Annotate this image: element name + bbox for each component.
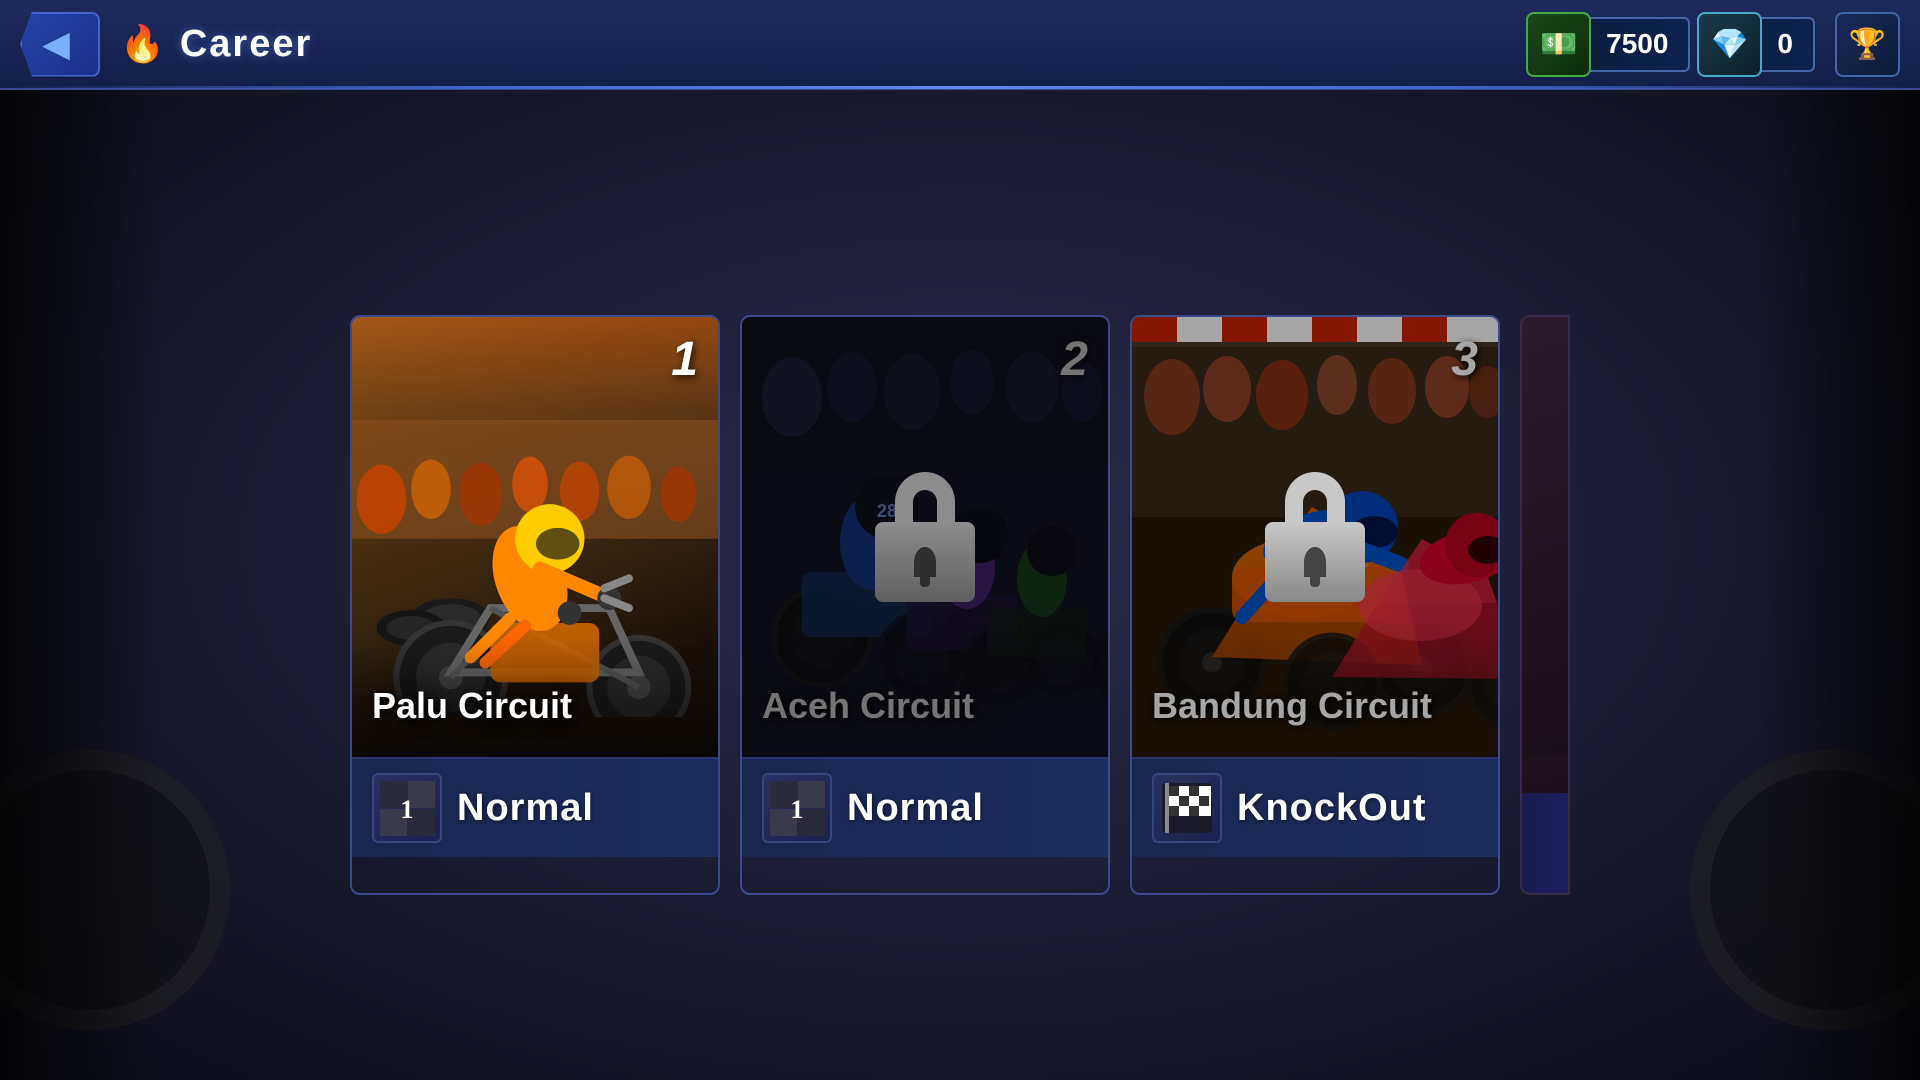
back-button[interactable]: ◀ <box>20 12 100 77</box>
knockout-mode-svg <box>1157 778 1217 838</box>
normal-mode-svg-1: 1 <box>380 781 435 836</box>
money-icon-box: 💵 <box>1526 12 1591 77</box>
circuit-card-aceh[interactable]: 28 <box>740 315 1110 895</box>
title-section: 🔥 Career <box>120 23 312 66</box>
page-title: Career <box>180 23 312 66</box>
currency-section: 💵 7500 💎 0 🏆 <box>1529 12 1900 77</box>
header: ◀ 🔥 Career 💵 7500 💎 0 🏆 <box>0 0 1920 90</box>
header-left: ◀ 🔥 Career <box>20 12 1529 77</box>
trophy-button[interactable]: 🏆 <box>1835 12 1900 77</box>
svg-text:1: 1 <box>790 795 803 824</box>
flame-icon: 🔥 <box>120 23 165 65</box>
gems-icon-box: 💎 <box>1697 12 1762 77</box>
palu-mode-label: Normal <box>457 787 594 830</box>
card-footer-bandung: KnockOut <box>1132 757 1498 857</box>
partial-card-4 <box>1520 315 1570 895</box>
back-arrow-icon: ◀ <box>42 23 70 65</box>
bandung-lock-overlay <box>1132 317 1498 757</box>
bandung-mode-icon <box>1152 773 1222 843</box>
lock-body-bandung <box>1265 522 1365 602</box>
lock-icon-aceh <box>865 472 985 602</box>
money-currency: 💵 7500 <box>1529 17 1690 72</box>
lock-body <box>875 522 975 602</box>
lock-icon-bandung <box>1255 472 1375 602</box>
circuit-card-palu[interactable]: 1 Palu Circuit 1 Normal <box>350 315 720 895</box>
svg-text:1: 1 <box>400 795 413 824</box>
aceh-lock-overlay <box>742 317 1108 757</box>
card-image-bandung: 3 Bandung Circuit <box>1132 317 1498 757</box>
lock-keyhole <box>914 547 936 577</box>
card-image-palu: 1 Palu Circuit <box>352 317 718 757</box>
normal-mode-svg-2: 1 <box>770 781 825 836</box>
palu-mode-icon: 1 <box>372 773 442 843</box>
gems-currency: 💎 0 <box>1700 17 1815 72</box>
circuit-card-bandung[interactable]: 3 Bandung Circuit <box>1130 315 1500 895</box>
circuit-number-1: 1 <box>671 332 698 387</box>
circuit-name-palu: Palu Circuit <box>372 685 572 727</box>
main-content: 1 Palu Circuit 1 Normal <box>0 150 1920 1060</box>
money-value: 7500 <box>1596 28 1688 60</box>
trophy-icon: 🏆 <box>1849 27 1886 62</box>
bandung-mode-label: KnockOut <box>1237 787 1427 830</box>
gems-value: 0 <box>1767 28 1813 60</box>
gem-icon: 💎 <box>1711 27 1748 62</box>
card-footer-palu: 1 Normal <box>352 757 718 857</box>
card-footer-aceh: 1 Normal <box>742 757 1108 857</box>
aceh-mode-label: Normal <box>847 787 984 830</box>
aceh-mode-icon: 1 <box>762 773 832 843</box>
card-image-aceh: 28 <box>742 317 1108 757</box>
lock-keyhole-bandung <box>1304 547 1326 577</box>
header-divider <box>0 86 1920 89</box>
partial-footer <box>1522 793 1568 893</box>
money-icon: 💵 <box>1540 27 1577 62</box>
